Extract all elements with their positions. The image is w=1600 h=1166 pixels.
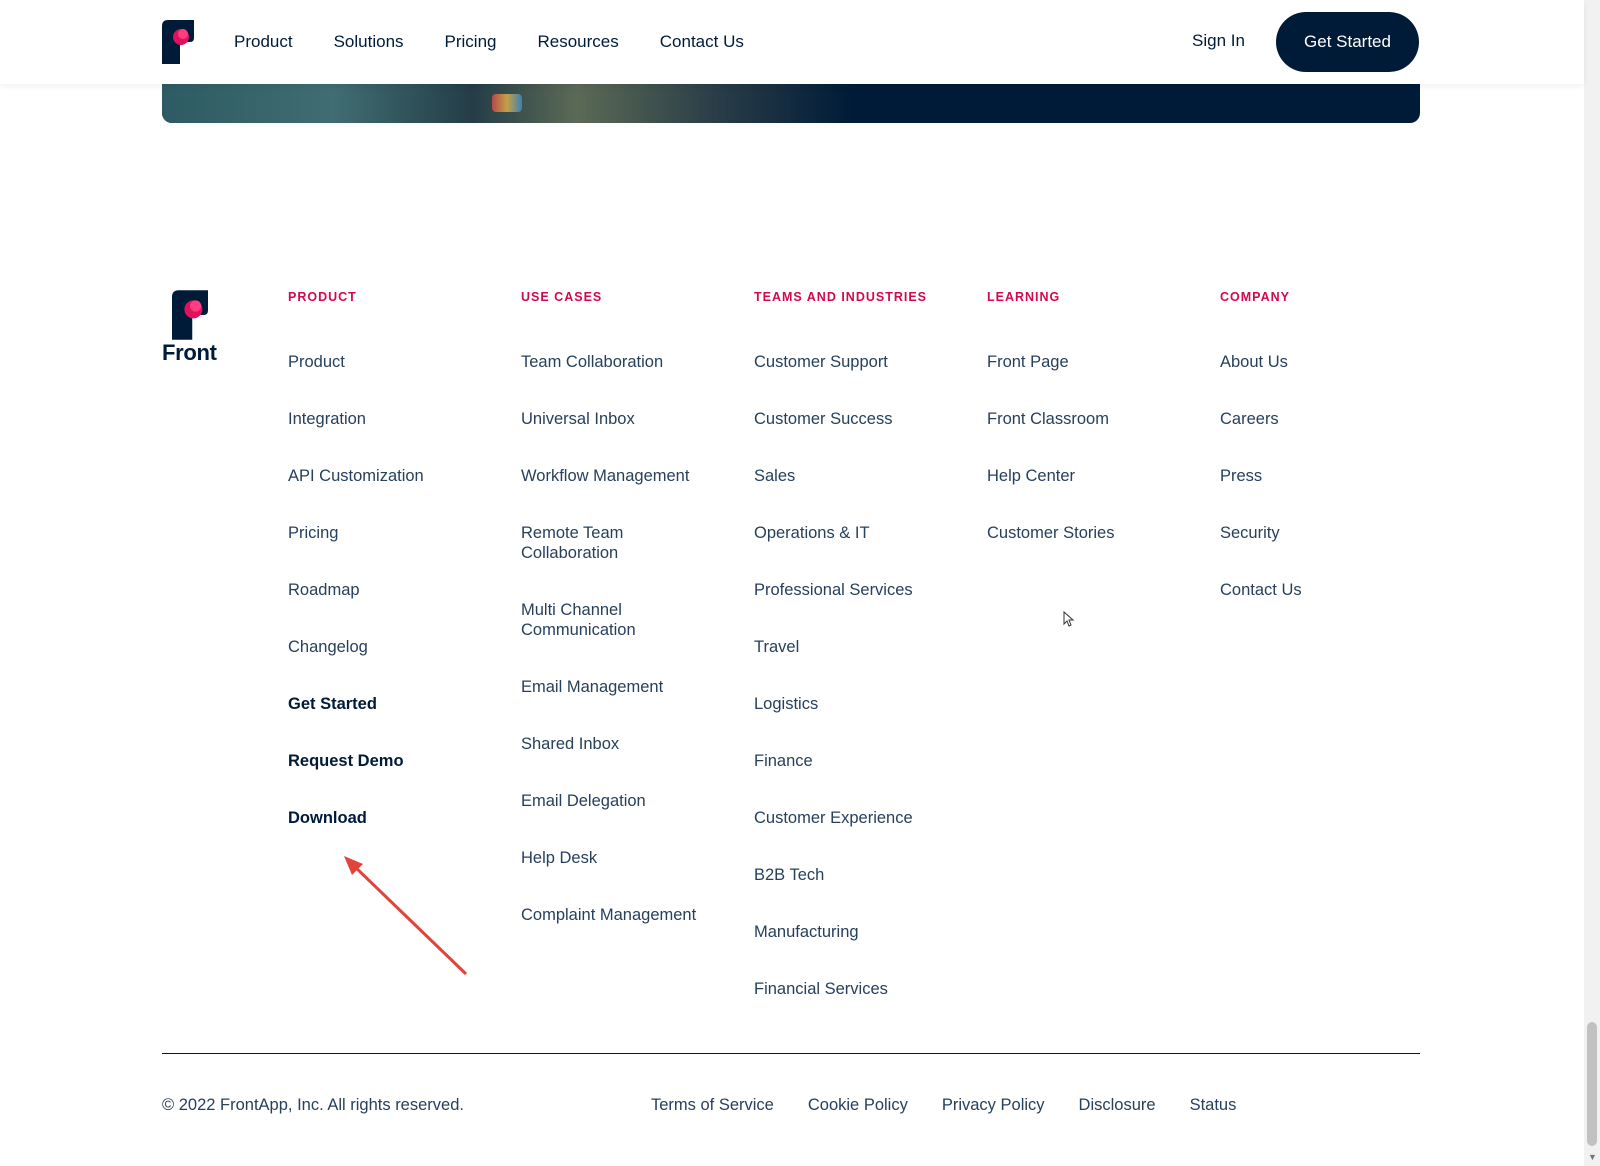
footer-link-travel[interactable]: Travel bbox=[754, 637, 964, 657]
footer-link-universal-inbox[interactable]: Universal Inbox bbox=[521, 409, 711, 429]
footer-column-company: COMPANY About Us Careers Press Security … bbox=[1220, 290, 1400, 637]
legal-links: Terms of Service Cookie Policy Privacy P… bbox=[651, 1096, 1270, 1115]
footer-column-product: PRODUCT Product Integration API Customiz… bbox=[288, 290, 498, 865]
column-title: COMPANY bbox=[1220, 290, 1290, 304]
footer-column-learning: LEARNING Front Page Front Classroom Help… bbox=[987, 290, 1197, 580]
footer-column-teams-industries: TEAMS AND INDUSTRIES Customer Support Cu… bbox=[754, 290, 964, 1036]
get-started-button[interactable]: Get Started bbox=[1276, 12, 1419, 72]
column-title: PRODUCT bbox=[288, 290, 357, 304]
footer-divider bbox=[162, 1053, 1420, 1054]
hero-banner-image bbox=[162, 84, 1420, 123]
footer-link-changelog[interactable]: Changelog bbox=[288, 637, 498, 657]
copyright-text: © 2022 FrontApp, Inc. All rights reserve… bbox=[162, 1096, 464, 1114]
footer-link-email-delegation[interactable]: Email Delegation bbox=[521, 791, 711, 811]
footer-link-pricing[interactable]: Pricing bbox=[288, 523, 498, 543]
footer-link-front-page[interactable]: Front Page bbox=[987, 352, 1197, 372]
footer-link-about-us[interactable]: About Us bbox=[1220, 352, 1400, 372]
footer-link-press[interactable]: Press bbox=[1220, 466, 1400, 486]
footer-link-logistics[interactable]: Logistics bbox=[754, 694, 964, 714]
footer-link-professional-services[interactable]: Professional Services bbox=[754, 580, 964, 600]
cookie-policy-link[interactable]: Cookie Policy bbox=[808, 1096, 908, 1115]
mouse-cursor-icon bbox=[1063, 611, 1075, 627]
footer-link-security[interactable]: Security bbox=[1220, 523, 1400, 543]
footer-link-customer-success[interactable]: Customer Success bbox=[754, 409, 964, 429]
sign-in-link[interactable]: Sign In bbox=[1192, 31, 1245, 51]
footer-link-help-center[interactable]: Help Center bbox=[987, 466, 1197, 486]
footer-link-shared-inbox[interactable]: Shared Inbox bbox=[521, 734, 711, 754]
nav-pricing[interactable]: Pricing bbox=[445, 32, 497, 52]
footer-link-complaint-management[interactable]: Complaint Management bbox=[521, 905, 711, 925]
footer-link-contact-us[interactable]: Contact Us bbox=[1220, 580, 1400, 600]
main-nav: Product Solutions Pricing Resources Cont… bbox=[234, 0, 785, 84]
footer-link-customer-stories[interactable]: Customer Stories bbox=[987, 523, 1197, 543]
footer-link-front-classroom[interactable]: Front Classroom bbox=[987, 409, 1197, 429]
footer-link-careers[interactable]: Careers bbox=[1220, 409, 1400, 429]
footer-link-sales[interactable]: Sales bbox=[754, 466, 964, 486]
footer-link-email-management[interactable]: Email Management bbox=[521, 677, 711, 697]
footer-link-roadmap[interactable]: Roadmap bbox=[288, 580, 498, 600]
footer-link-workflow-management[interactable]: Workflow Management bbox=[521, 466, 711, 486]
scroll-down-arrow-icon[interactable]: ▼ bbox=[1588, 1152, 1597, 1162]
footer-link-customer-support[interactable]: Customer Support bbox=[754, 352, 964, 372]
footer-link-get-started[interactable]: Get Started bbox=[288, 694, 498, 714]
footer-link-customer-experience[interactable]: Customer Experience bbox=[754, 808, 964, 828]
front-logo-icon[interactable] bbox=[162, 20, 194, 64]
footer-logo-wordmark: Front bbox=[162, 340, 217, 365]
footer-link-operations-it[interactable]: Operations & IT bbox=[754, 523, 964, 543]
status-link[interactable]: Status bbox=[1190, 1096, 1237, 1115]
footer-link-financial-services[interactable]: Financial Services bbox=[754, 979, 964, 999]
page-scrollbar[interactable]: ▼ bbox=[1584, 0, 1600, 1166]
footer-link-multi-channel-communication[interactable]: Multi Channel Communication bbox=[521, 600, 651, 640]
footer-link-finance[interactable]: Finance bbox=[754, 751, 964, 771]
footer-column-use-cases: USE CASES Team Collaboration Universal I… bbox=[521, 290, 711, 962]
footer-link-product[interactable]: Product bbox=[288, 352, 498, 372]
site-header: Product Solutions Pricing Resources Cont… bbox=[0, 0, 1584, 84]
column-title: TEAMS AND INDUSTRIES bbox=[754, 290, 928, 304]
nav-resources[interactable]: Resources bbox=[538, 32, 619, 52]
footer-logo[interactable]: Front bbox=[162, 290, 218, 366]
nav-contact-us[interactable]: Contact Us bbox=[660, 32, 744, 52]
footer-link-b2b-tech[interactable]: B2B Tech bbox=[754, 865, 964, 885]
column-title: LEARNING bbox=[987, 290, 1061, 304]
nav-solutions[interactable]: Solutions bbox=[334, 32, 404, 52]
terms-of-service-link[interactable]: Terms of Service bbox=[651, 1096, 774, 1115]
footer-link-request-demo[interactable]: Request Demo bbox=[288, 751, 498, 771]
footer-link-api-customization[interactable]: API Customization bbox=[288, 466, 498, 486]
scrollbar-thumb[interactable] bbox=[1587, 1022, 1597, 1146]
footer-link-download[interactable]: Download bbox=[288, 808, 498, 828]
footer-link-help-desk[interactable]: Help Desk bbox=[521, 848, 711, 868]
footer-link-remote-team-collaboration[interactable]: Remote Team Collaboration bbox=[521, 523, 651, 563]
nav-product[interactable]: Product bbox=[234, 32, 293, 52]
footer-link-manufacturing[interactable]: Manufacturing bbox=[754, 922, 964, 942]
front-logo-icon bbox=[172, 290, 208, 340]
privacy-policy-link[interactable]: Privacy Policy bbox=[942, 1096, 1045, 1115]
footer-link-integration[interactable]: Integration bbox=[288, 409, 498, 429]
banner-photo bbox=[162, 84, 852, 123]
disclosure-link[interactable]: Disclosure bbox=[1079, 1096, 1156, 1115]
footer-link-team-collaboration[interactable]: Team Collaboration bbox=[521, 352, 711, 372]
column-title: USE CASES bbox=[521, 290, 603, 304]
